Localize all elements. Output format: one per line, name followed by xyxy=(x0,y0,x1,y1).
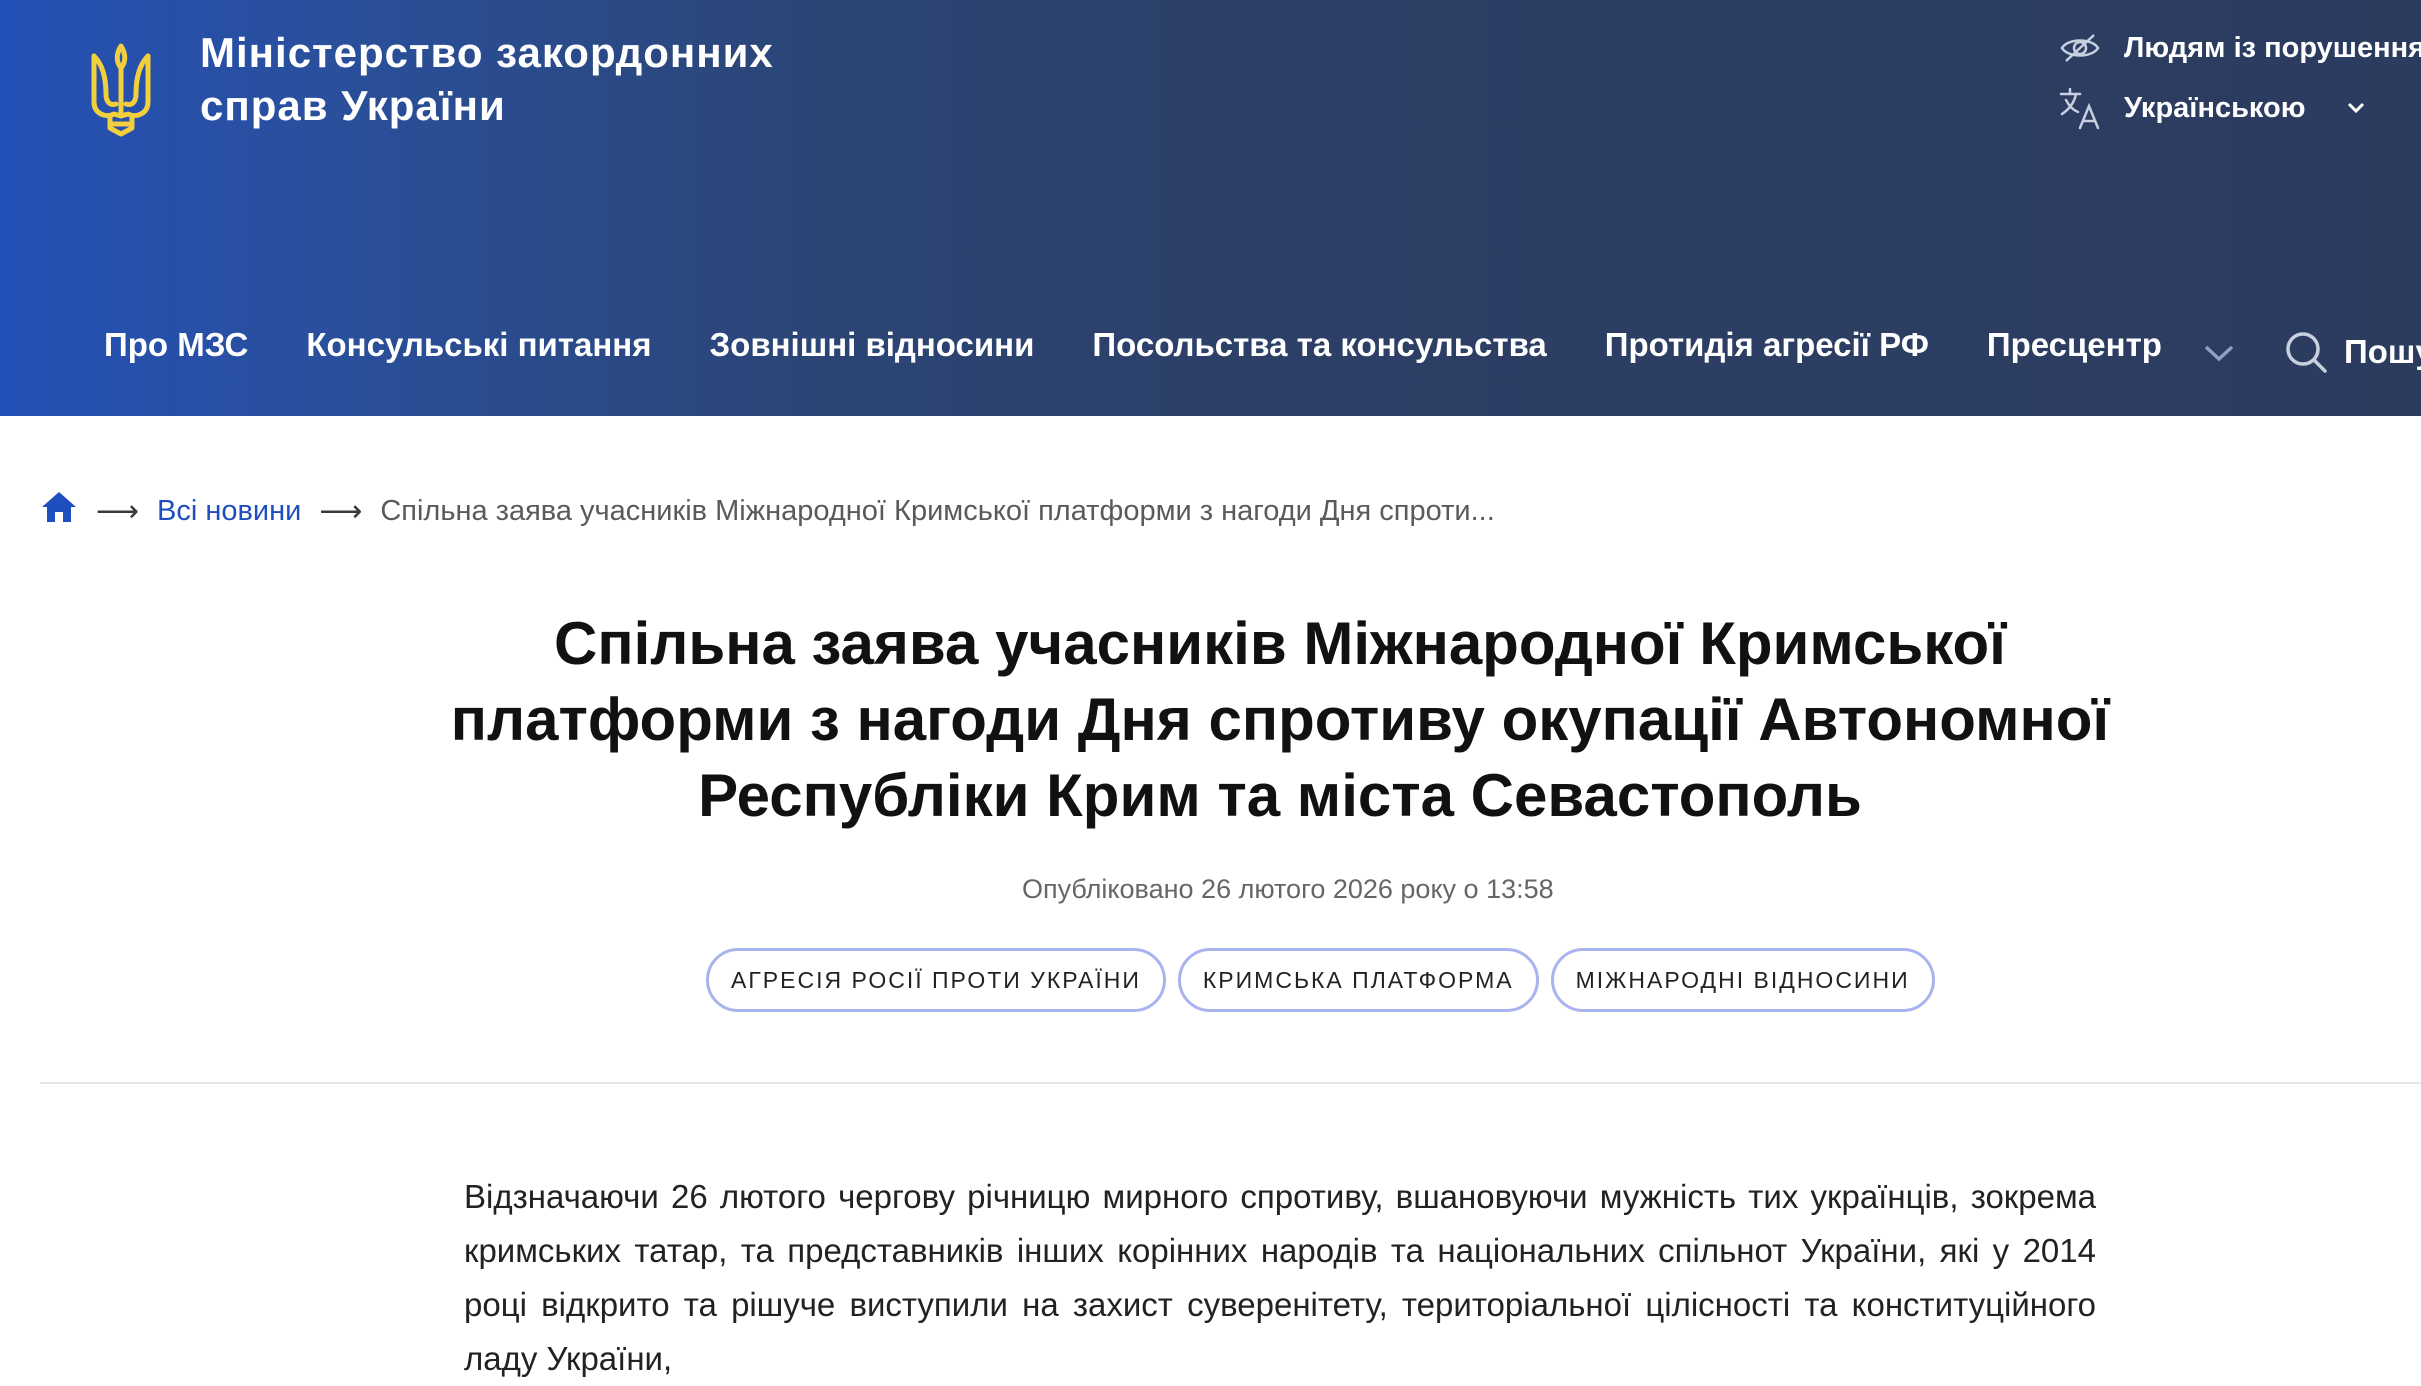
accessibility-eye-icon xyxy=(2058,26,2102,70)
search-icon xyxy=(2286,332,2327,373)
site-title[interactable]: Міністерство закордонних справ України xyxy=(200,26,774,132)
site-title-line1: Міністерство закордонних xyxy=(200,29,774,76)
chevron-down-icon xyxy=(2346,101,2366,115)
divider xyxy=(40,1082,2421,1084)
nav-item-foreign-relations[interactable]: Зовнішні відносини xyxy=(709,326,1034,364)
translate-icon xyxy=(2058,86,2102,130)
main-nav: Про МЗС Консульські питання Зовнішні від… xyxy=(104,326,2162,364)
tag-list: АГРЕСІЯ РОСІЇ ПРОТИ УКРАЇНИ КРИМСЬКА ПЛА… xyxy=(706,948,1935,1012)
tag-international-relations[interactable]: МІЖНАРОДНІ ВІДНОСИНИ xyxy=(1550,948,1935,1012)
article-title: Спільна заява учасників Міжнародної Крим… xyxy=(450,610,2110,829)
breadcrumb: ⟶ Всі новини ⟶ Спільна заява учасників М… xyxy=(40,490,1495,532)
nav-item-press-center[interactable]: Пресцентр xyxy=(1987,326,2162,364)
accessibility-link[interactable]: Людям із порушенням xyxy=(2058,26,2421,70)
nav-item-counter-aggression[interactable]: Протидія агресії РФ xyxy=(1605,326,1929,364)
search-label: Пошу xyxy=(2344,333,2421,370)
breadcrumb-arrow: ⟶ xyxy=(96,494,140,528)
article-body: Відзначаючи 26 лютого чергову річницю ми… xyxy=(464,1178,2096,1377)
search-button[interactable]: Пошу xyxy=(2284,330,2421,374)
breadcrumb-arrow: ⟶ xyxy=(319,494,363,528)
trident-logo-icon[interactable] xyxy=(88,42,154,138)
nav-item-consular[interactable]: Консульські питання xyxy=(306,326,651,364)
nav-item-about[interactable]: Про МЗС xyxy=(104,326,248,364)
breadcrumb-all-news[interactable]: Всі новини xyxy=(157,495,301,528)
language-selector[interactable]: Українською xyxy=(2058,86,2366,130)
home-icon[interactable] xyxy=(40,490,78,532)
tag-aggression[interactable]: АГРЕСІЯ РОСІЇ ПРОТИ УКРАЇНИ xyxy=(706,948,1166,1012)
published-date: Опубліковано 26 лютого 2026 року о 13:58 xyxy=(1022,874,1554,904)
site-header: Міністерство закордонних справ України Л… xyxy=(0,0,2421,416)
breadcrumb-current: Спільна заява учасників Міжнародної Крим… xyxy=(380,494,1495,527)
tag-crimea-platform[interactable]: КРИМСЬКА ПЛАТФОРМА xyxy=(1177,948,1539,1012)
nav-more-chevron-down-icon[interactable] xyxy=(2202,342,2236,369)
site-title-line2: справ України xyxy=(200,82,506,129)
nav-item-embassies[interactable]: Посольства та консульства xyxy=(1092,326,1546,364)
accessibility-label: Людям із порушенням xyxy=(2124,31,2421,64)
language-label: Українською xyxy=(2124,91,2306,124)
